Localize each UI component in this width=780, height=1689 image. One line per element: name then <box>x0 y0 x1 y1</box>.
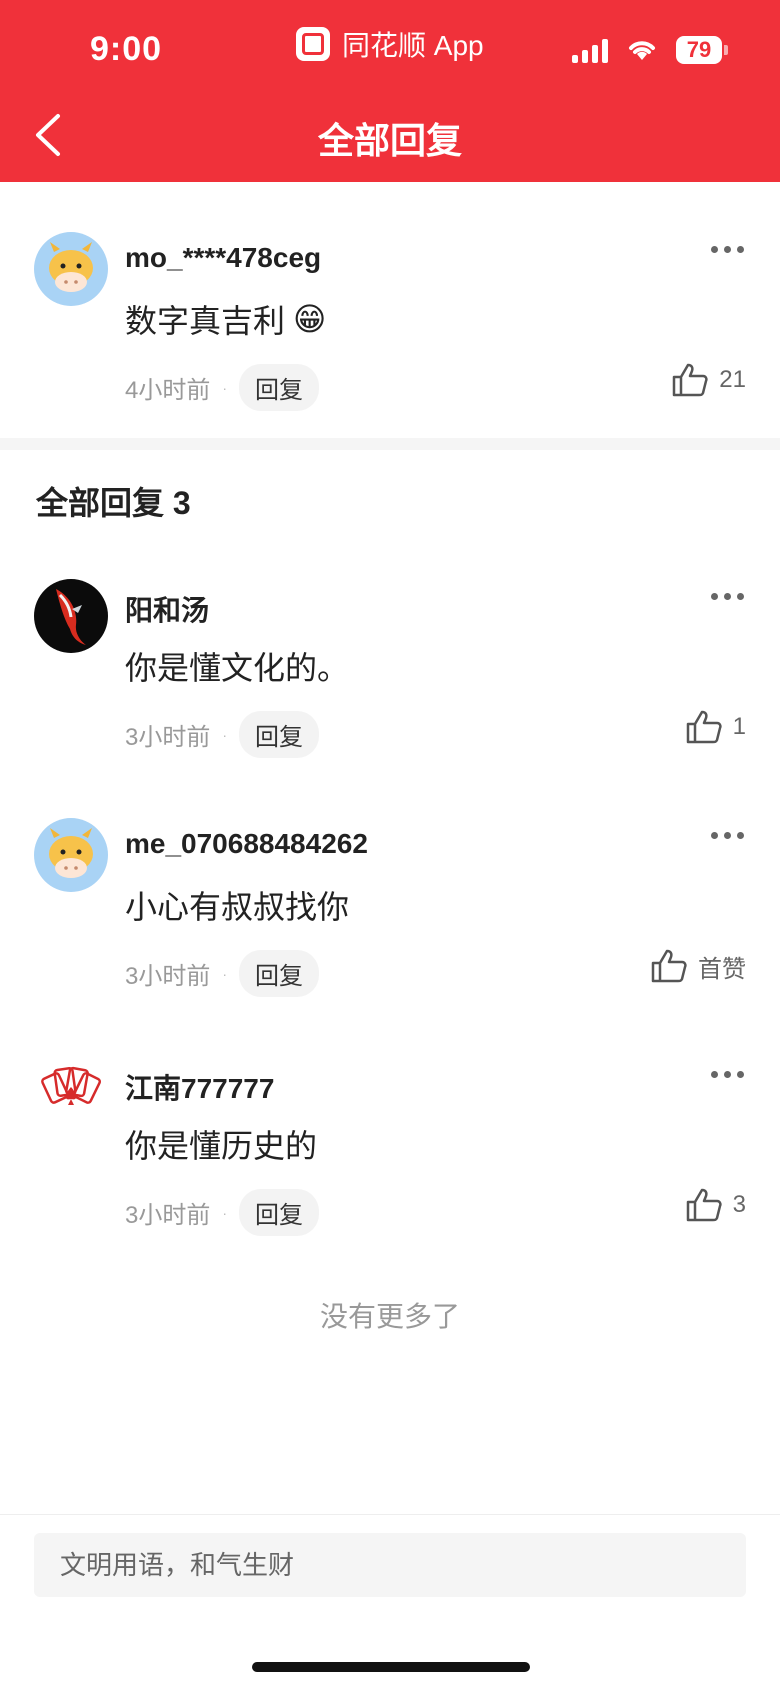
thumbs-up-icon <box>686 710 722 744</box>
home-indicator[interactable] <box>252 1662 530 1672</box>
like-button[interactable]: 首赞 <box>650 948 746 984</box>
comment-text: 你是懂文化的。 <box>125 650 350 686</box>
koi-fish-avatar-icon <box>34 579 108 653</box>
comment-time: 4小时前 <box>125 377 211 404</box>
status-icons: 79 <box>572 36 728 64</box>
reply-button[interactable]: 回复 <box>239 1189 320 1236</box>
like-button[interactable]: 1 <box>685 709 746 745</box>
comment-meta: 4小时前 · 回复 <box>125 364 320 411</box>
cow-avatar-icon <box>34 818 108 892</box>
like-count: 21 <box>719 366 746 393</box>
page-title: 全部回复 <box>317 120 462 161</box>
like-button[interactable]: 3 <box>685 1187 746 1223</box>
like-button[interactable]: 21 <box>671 362 746 398</box>
meta-separator: · <box>222 1204 228 1221</box>
like-count: 首赞 <box>698 955 746 983</box>
top-header: 9:00 同花顺 App 79 全部回复 <box>0 0 780 182</box>
grinning-emoji-icon: 😁 <box>293 301 327 337</box>
comment-text: 数字真吉利 😁 <box>125 296 326 342</box>
playing-cards-avatar-icon <box>34 1057 108 1131</box>
like-count: 3 <box>732 1191 746 1218</box>
reply-button[interactable]: 回复 <box>239 950 320 997</box>
comment-time: 3小时前 <box>125 724 211 751</box>
app-icon <box>296 27 330 61</box>
thumbs-up-icon <box>673 363 708 397</box>
cow-avatar-icon <box>34 232 108 306</box>
like-count: 1 <box>732 713 746 740</box>
comment-time: 3小时前 <box>125 963 211 990</box>
thumbs-up-icon <box>686 1188 722 1222</box>
thumbs-up-icon <box>651 949 687 983</box>
status-app-name: 同花顺 App <box>342 30 484 61</box>
avatar[interactable] <box>34 579 108 653</box>
meta-separator: · <box>222 965 228 982</box>
battery-icon: 79 <box>676 36 728 64</box>
comment-input-container <box>34 1533 746 1597</box>
comment-meta: 3小时前 · 回复 <box>125 950 320 997</box>
avatar[interactable] <box>34 818 108 892</box>
more-options-icon[interactable] <box>711 832 744 839</box>
avatar[interactable] <box>34 232 108 306</box>
comment-text: 小心有叔叔找你 <box>125 889 350 925</box>
comment-input[interactable] <box>34 1533 746 1597</box>
meta-separator: · <box>222 379 228 396</box>
comment-meta: 3小时前 · 回复 <box>125 1189 320 1236</box>
more-options-icon[interactable] <box>711 246 744 253</box>
reply-button[interactable]: 回复 <box>239 711 320 758</box>
comment-text-body: 数字真吉利 <box>125 303 286 339</box>
status-time: 9:00 <box>90 30 163 68</box>
username[interactable]: me_070688484262 <box>125 828 368 860</box>
reply-button[interactable]: 回复 <box>239 364 320 411</box>
status-app-indicator[interactable]: 同花顺 App <box>296 24 484 64</box>
wifi-icon <box>629 41 655 60</box>
username[interactable]: 江南777777 <box>125 1067 274 1107</box>
battery-level: 79 <box>676 36 722 64</box>
signal-icon <box>572 37 608 63</box>
section-divider <box>0 438 780 450</box>
comment-time: 3小时前 <box>125 1202 211 1229</box>
more-options-icon[interactable] <box>711 593 744 600</box>
avatar[interactable] <box>34 1057 108 1131</box>
more-options-icon[interactable] <box>711 1071 744 1078</box>
username[interactable]: 阳和汤 <box>125 589 209 629</box>
end-of-list-text: 没有更多了 <box>319 1301 460 1332</box>
meta-separator: · <box>222 726 228 743</box>
username[interactable]: mo_****478ceg <box>125 242 321 274</box>
replies-section-title: 全部回复 3 <box>36 485 191 521</box>
comment-meta: 3小时前 · 回复 <box>125 711 320 758</box>
comment-text: 你是懂历史的 <box>125 1128 318 1164</box>
